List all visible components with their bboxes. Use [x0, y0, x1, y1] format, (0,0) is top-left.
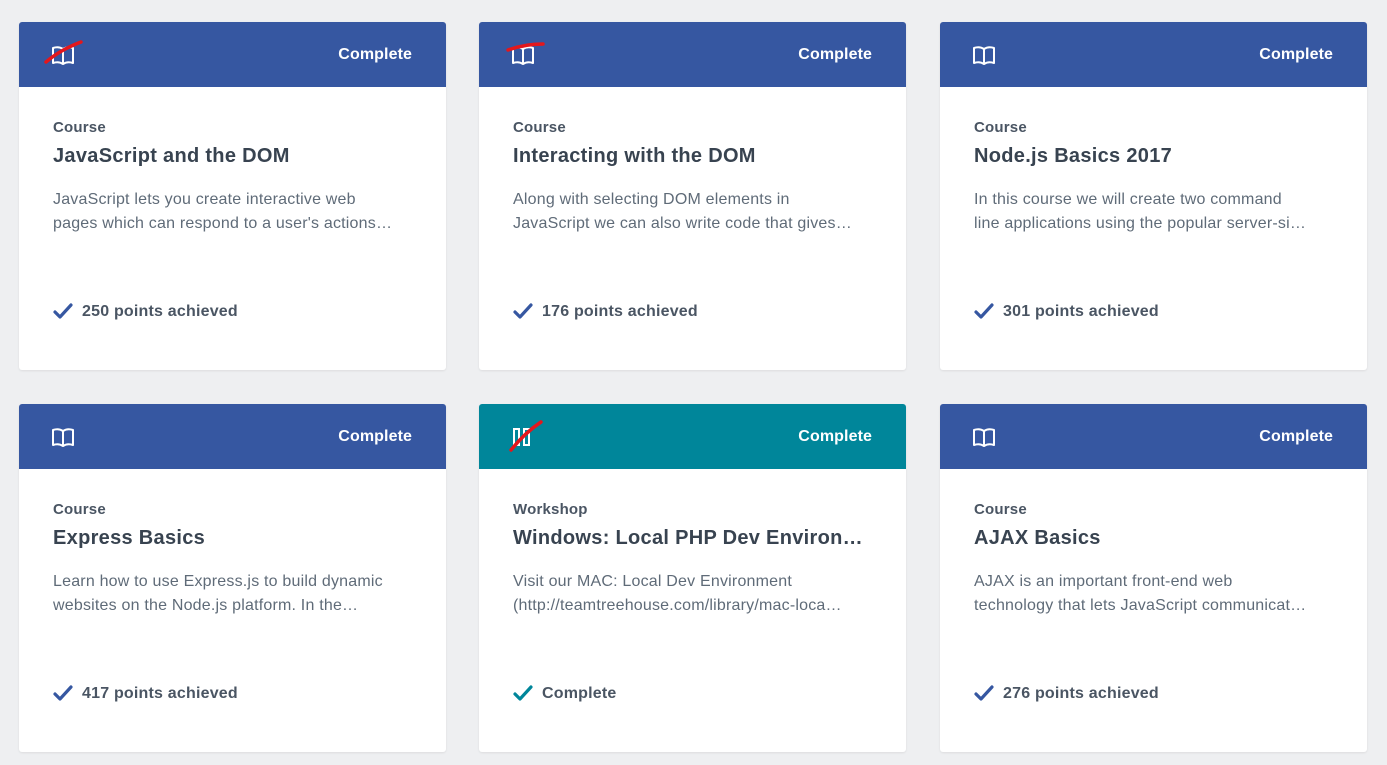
card-footer: 276 points achieved [974, 685, 1159, 703]
course-card[interactable]: Complete Course JavaScript and the DOM J… [19, 22, 446, 370]
card-title[interactable]: Express Basics [53, 527, 412, 550]
points-achieved: 250 points achieved [82, 303, 238, 320]
description-line: websites on the Node.js platform. In the… [53, 597, 359, 614]
card-title[interactable]: JavaScript and the DOM [53, 145, 412, 168]
description-line: Visit our MAC: Local Dev Environment [513, 573, 793, 590]
description-line: AJAX is an important front-end web [974, 573, 1233, 590]
card-description: AJAX is an important front-end web techn… [974, 570, 1333, 618]
card-title[interactable]: Node.js Basics 2017 [974, 145, 1333, 168]
header-status: Complete [798, 427, 872, 445]
book-icon [44, 39, 83, 66]
description-line: Along with selecting DOM elements in [513, 191, 790, 208]
header-status: Complete [338, 427, 412, 445]
header-status: Complete [1259, 45, 1333, 63]
card-type: Workshop [513, 501, 588, 518]
course-card[interactable]: Complete Course AJAX Basics AJAX is an i… [940, 404, 1367, 752]
checkmark-icon [974, 685, 994, 703]
points-achieved: 417 points achieved [82, 685, 238, 702]
card-footer: Complete [513, 685, 617, 703]
workshop-icon [509, 419, 543, 452]
card-header: Complete [940, 22, 1367, 87]
card-header: Complete [19, 404, 446, 469]
card-footer: 301 points achieved [974, 303, 1159, 321]
header-status: Complete [1259, 427, 1333, 445]
card-title[interactable]: Interacting with the DOM [513, 145, 872, 168]
card-title[interactable]: Windows: Local PHP Dev Environ… [513, 527, 872, 550]
course-card[interactable]: Complete Course Node.js Basics 2017 In t… [940, 22, 1367, 370]
description-line: In this course we will create two comman… [974, 191, 1282, 208]
card-header: Complete [479, 22, 906, 87]
card-header: Complete [940, 404, 1367, 469]
card-type: Course [974, 119, 1027, 136]
card-description: JavaScript lets you create interactive w… [53, 188, 412, 236]
description-line: (http://teamtreehouse.com/library/mac-lo… [513, 597, 842, 614]
description-line: pages which can respond to a user's acti… [53, 215, 393, 232]
checkmark-icon [53, 303, 73, 321]
checkmark-icon [53, 685, 73, 703]
points-achieved: 301 points achieved [1003, 303, 1159, 320]
course-card[interactable]: Complete Course Interacting with the DOM… [479, 22, 906, 370]
card-description: In this course we will create two comman… [974, 188, 1333, 236]
card-description: Visit our MAC: Local Dev Environment (ht… [513, 570, 872, 618]
card-type: Course [513, 119, 566, 136]
book-icon [506, 41, 545, 66]
workshop-card[interactable]: Complete Workshop Windows: Local PHP Dev… [479, 404, 906, 752]
points-achieved: 176 points achieved [542, 303, 698, 320]
description-line: line applications using the popular serv… [974, 215, 1307, 232]
card-type: Course [53, 119, 106, 136]
card-footer: 417 points achieved [53, 685, 238, 703]
card-description: Learn how to use Express.js to build dyn… [53, 570, 412, 618]
card-description: Along with selecting DOM elements in Jav… [513, 188, 872, 236]
completion-status: Complete [542, 685, 617, 702]
book-icon [972, 44, 998, 66]
card-header: Complete [19, 22, 446, 87]
description-line: JavaScript we can also write code that g… [513, 215, 852, 232]
book-icon [972, 426, 998, 448]
checkmark-icon [513, 303, 533, 321]
course-card[interactable]: Complete Course Express Basics Learn how… [19, 404, 446, 752]
card-title[interactable]: AJAX Basics [974, 527, 1333, 550]
card-footer: 250 points achieved [53, 303, 238, 321]
checkmark-icon [513, 685, 533, 703]
description-line: Learn how to use Express.js to build dyn… [53, 573, 383, 590]
card-type: Course [974, 501, 1027, 518]
header-status: Complete [798, 45, 872, 63]
checkmark-icon [974, 303, 994, 321]
header-status: Complete [338, 45, 412, 63]
card-type: Course [53, 501, 106, 518]
card-header: Complete [479, 404, 906, 469]
card-footer: 176 points achieved [513, 303, 698, 321]
description-line: JavaScript lets you create interactive w… [53, 191, 356, 208]
points-achieved: 276 points achieved [1003, 685, 1159, 702]
book-icon [51, 426, 77, 448]
course-grid: Complete Course JavaScript and the DOM J… [0, 0, 1387, 765]
description-line: technology that lets JavaScript communic… [974, 597, 1307, 614]
